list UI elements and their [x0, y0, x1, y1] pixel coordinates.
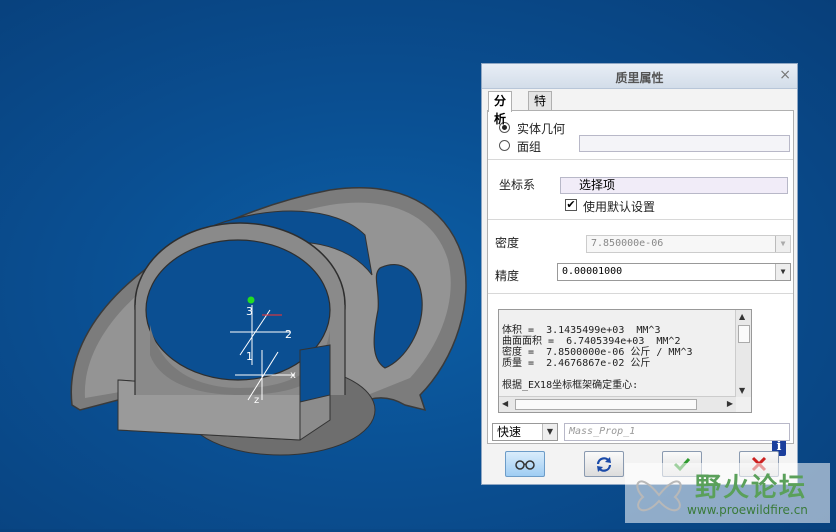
forum-watermark: 野火论坛 www.proewildfire.cn — [625, 463, 830, 523]
result-line-center-of-gravity: 根据_EX18坐标框架确定重心: — [502, 380, 639, 391]
scroll-thumb-horizontal[interactable] — [515, 399, 697, 410]
density-field: 7.850000e-06 ▼ — [586, 235, 791, 253]
chevron-down-icon: ▼ — [775, 236, 790, 252]
radio-quilt[interactable] — [499, 140, 510, 151]
use-default-label: 使用默认设置 — [583, 200, 656, 214]
use-default-checkbox[interactable]: ✔ — [565, 199, 577, 211]
density-value: 7.850000e-06 — [591, 238, 664, 249]
results-vertical-scrollbar[interactable]: ▲ ▼ — [735, 310, 751, 397]
mode-value: 快速 — [497, 425, 522, 439]
quilt-label: 面组 — [517, 140, 542, 154]
glasses-icon — [515, 460, 535, 470]
result-line-mass: 质量 = 2.4676867e-02 公斤 — [502, 358, 651, 369]
accuracy-combo[interactable]: 0.00001000 ▼ — [557, 263, 791, 281]
close-icon[interactable]: × — [779, 67, 791, 83]
watermark-title: 野火论坛 — [695, 473, 808, 503]
axis-label-z: z — [254, 395, 259, 406]
dialog-title: 质里属性 — [615, 71, 664, 85]
results-text-area[interactable]: 体积 = 3.1435499e+03 MM^3 曲面面积 = 6.7405394… — [498, 309, 752, 413]
csys-label: 坐标系 — [499, 178, 536, 192]
mass-properties-dialog: 质里属性 × 分析 特征 实体几何 面组 坐标系 选择项 ✔ 使用默认设置 密度… — [481, 63, 798, 485]
results-horizontal-scrollbar[interactable]: ◀ ▶ — [499, 396, 736, 412]
watermark-url: www.proewildfire.cn — [687, 503, 808, 517]
accuracy-label: 精度 — [495, 269, 520, 283]
scroll-down-icon[interactable]: ▼ — [739, 386, 745, 395]
refresh-icon — [596, 457, 612, 472]
dialog-titlebar[interactable]: 质里属性 × — [482, 64, 797, 89]
divider — [488, 219, 793, 220]
tab-feature[interactable]: 特征 — [528, 91, 553, 126]
analysis-panel: 实体几何 面组 坐标系 选择项 ✔ 使用默认设置 密度 7.850000e-06… — [487, 110, 794, 456]
scroll-thumb[interactable] — [738, 325, 750, 343]
axis-label-2: 2 — [285, 328, 292, 341]
result-line-surface-area: 曲面面积 = 6.7405394e+03 MM^2 — [502, 336, 681, 347]
tab-analysis[interactable]: 分析 — [488, 91, 513, 126]
mode-combo[interactable]: 快速 ▼ — [492, 423, 558, 441]
accuracy-value: 0.00001000 — [562, 266, 623, 277]
preview-button[interactable] — [505, 451, 545, 477]
results-text: 体积 = 3.1435499e+03 MM^3 曲面面积 = 6.7405394… — [502, 314, 693, 391]
density-label: 密度 — [495, 236, 520, 250]
scroll-left-icon[interactable]: ◀ — [502, 399, 508, 408]
scroll-up-icon[interactable]: ▲ — [739, 312, 745, 321]
axis-label-3: 3 — [246, 305, 253, 318]
result-line-density: 密度 = 7.8500000e-06 公斤 / MM^3 — [502, 347, 693, 358]
result-line-volume: 体积 = 3.1435499e+03 MM^3 — [502, 325, 661, 336]
chevron-down-icon[interactable]: ▼ — [775, 264, 790, 280]
repeat-button[interactable] — [584, 451, 624, 477]
csys-select-field[interactable]: 选择项 — [560, 177, 788, 194]
axis-label-x: x — [290, 370, 296, 381]
analysis-name-field[interactable]: Mass_Prop_1 — [564, 423, 790, 441]
chevron-down-icon[interactable]: ▼ — [542, 424, 557, 440]
quilt-field[interactable] — [579, 135, 790, 152]
divider — [488, 293, 793, 294]
divider — [488, 159, 793, 160]
scroll-right-icon[interactable]: ▶ — [727, 399, 733, 408]
butterfly-logo-icon — [636, 480, 682, 512]
axis-label-1: 1 — [246, 350, 253, 363]
solid-geometry-label: 实体几何 — [517, 122, 566, 136]
